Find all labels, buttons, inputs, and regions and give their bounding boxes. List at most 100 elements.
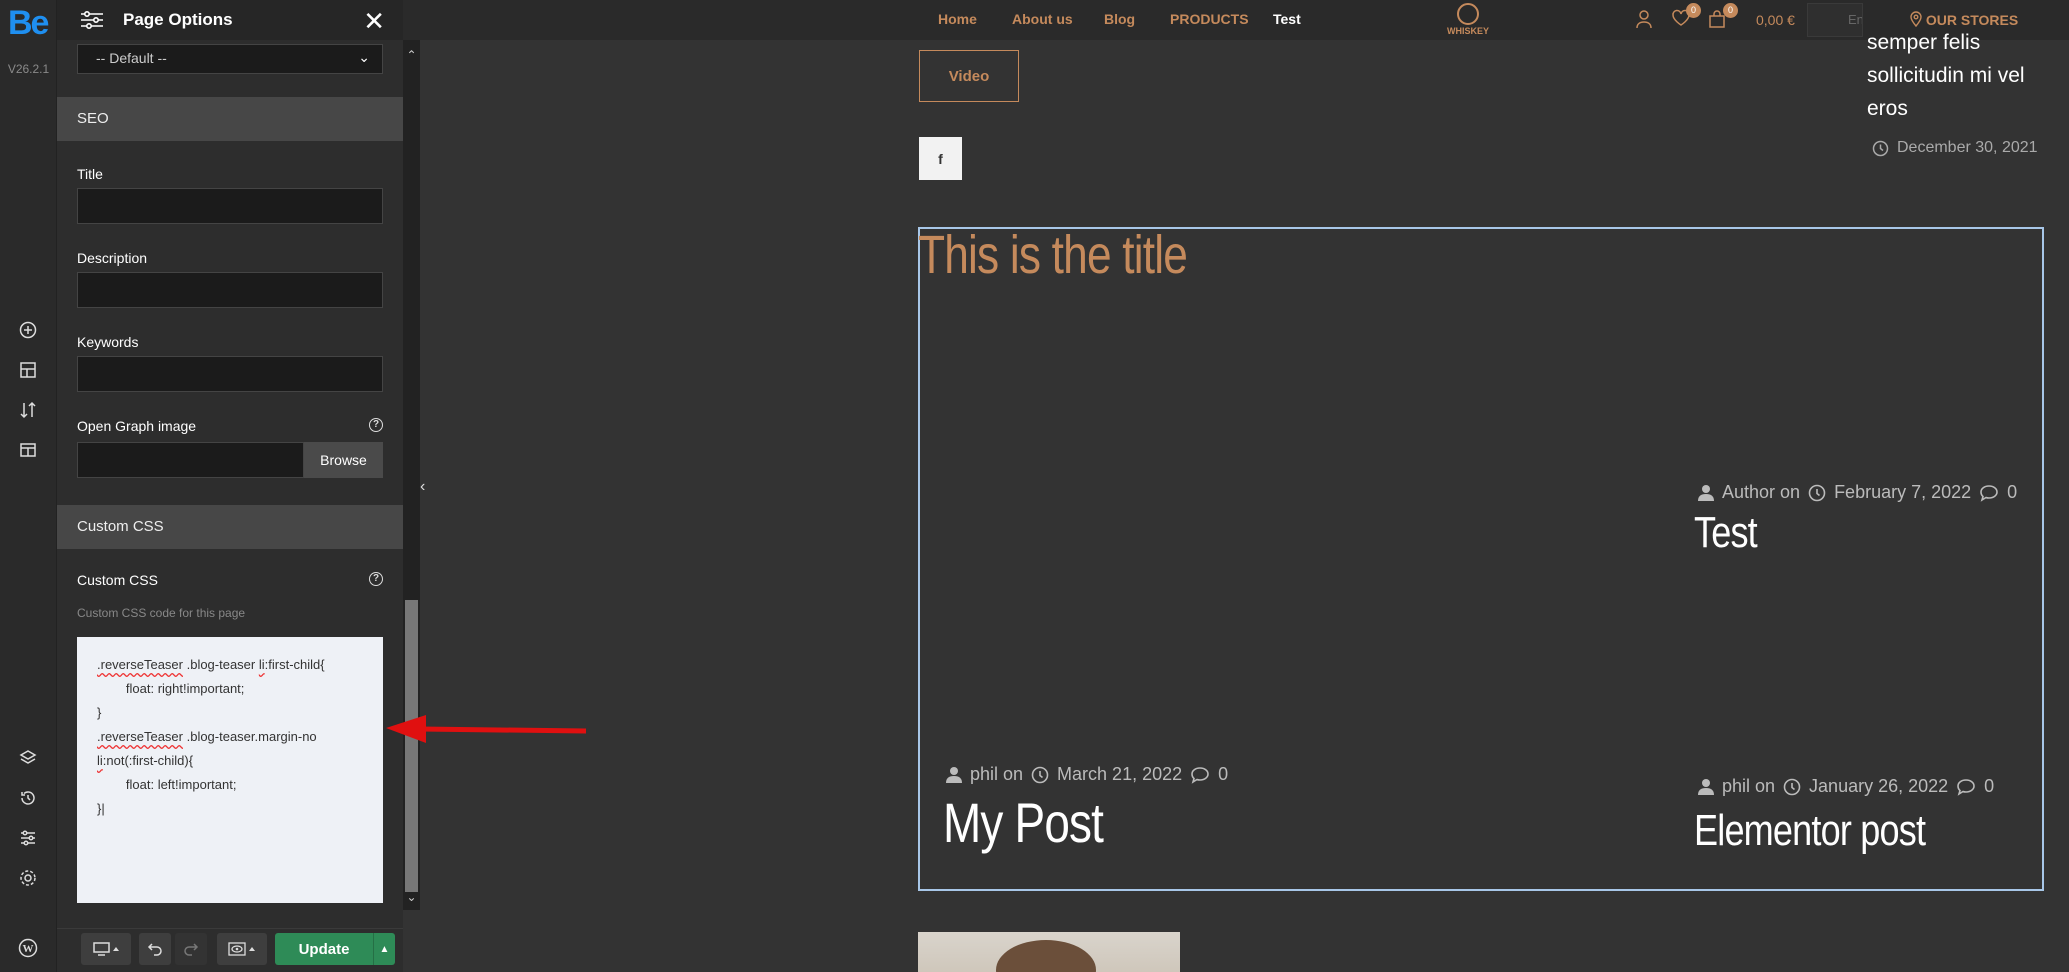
help-icon[interactable]: ? [369, 418, 383, 432]
post-comment-count[interactable]: 0 [1984, 776, 1994, 797]
be-logo: Be [8, 4, 49, 42]
layers-icon[interactable] [16, 746, 40, 770]
redo-icon[interactable] [175, 933, 207, 965]
nav-link-home[interactable]: Home [938, 11, 977, 27]
layout-icon[interactable] [16, 358, 40, 382]
post-comment-count[interactable]: 0 [1218, 764, 1228, 785]
panel-scroll-area[interactable]: -- Default -- ⌄ SEO Title Description Ke… [57, 40, 403, 910]
browse-button[interactable]: Browse [304, 442, 383, 478]
sort-icon[interactable] [16, 398, 40, 422]
post-thumbnail-image[interactable] [918, 932, 1180, 972]
update-button[interactable]: Update [275, 933, 373, 965]
clock-icon [1808, 484, 1826, 501]
code-line: float: left!important; [97, 777, 237, 792]
code-line: }| [97, 801, 105, 816]
wordpress-icon[interactable]: W [16, 936, 40, 960]
code-token: .blog-teaser [182, 657, 259, 672]
post-author[interactable]: phil on [970, 764, 1023, 785]
brand-name: WHISKEY [1446, 26, 1489, 36]
comment-icon [1957, 778, 1975, 796]
post-meta: Author on February 7, 2022 0 [1698, 482, 2017, 503]
cart-total[interactable]: 0,00 € [1756, 12, 1795, 28]
settings-gear-icon[interactable] [16, 866, 40, 890]
scrollbar-thumb[interactable] [405, 600, 418, 892]
code-token: .reverseTeaser [97, 729, 183, 744]
user-account-icon[interactable] [1635, 9, 1657, 31]
description-field-label: Description [77, 250, 148, 266]
nav-link-products[interactable]: PRODUCTS [1170, 11, 1249, 27]
seo-keywords-input[interactable] [77, 356, 383, 392]
excerpt-line: sollicitudin mi vel [1867, 64, 2025, 87]
device-preview-button[interactable] [81, 933, 131, 965]
undo-icon[interactable] [139, 933, 171, 965]
section-heading[interactable]: This is the title [918, 224, 1188, 286]
site-logo[interactable]: WHISKEY [1443, 3, 1493, 39]
panel-footer-toolbar: Update ▲ [57, 928, 403, 972]
comment-icon [1191, 766, 1209, 784]
post-title-my-post[interactable]: My Post [943, 790, 1104, 855]
close-icon[interactable]: ✕ [363, 6, 385, 37]
custom-css-section-header[interactable]: Custom CSS [57, 505, 403, 549]
site-top-navigation: Home About us Blog PRODUCTS Test WHISKEY… [403, 0, 2069, 40]
cart-bag-icon[interactable]: 0 [1708, 3, 1738, 31]
post-meta: phil on January 26, 2022 0 [1698, 776, 1994, 797]
post-author[interactable]: phil on [1722, 776, 1775, 797]
search-input[interactable]: Ent [1807, 3, 1863, 37]
facebook-share-icon[interactable]: f [919, 137, 962, 180]
post-title-test[interactable]: Test [1694, 508, 1758, 558]
post-date: January 26, 2022 [1809, 776, 1949, 796]
panel-header: Page Options ✕ [57, 0, 403, 40]
history-icon[interactable] [16, 786, 40, 810]
preview-eye-button[interactable] [217, 933, 267, 965]
title-field-label: Title [77, 166, 103, 182]
post-title-elementor[interactable]: Elementor post [1694, 806, 1926, 856]
portrait-shape [996, 940, 1096, 972]
update-options-caret-icon[interactable]: ▲ [373, 933, 395, 965]
post-meta: phil on March 21, 2022 0 [946, 764, 1228, 785]
author-icon [1698, 779, 1714, 795]
date-text: December 30, 2021 [1897, 139, 2038, 156]
post-comment-count[interactable]: 0 [2007, 482, 2017, 503]
post-author[interactable]: Author on [1722, 482, 1800, 503]
custom-css-hint: Custom CSS code for this page [77, 606, 246, 620]
cart-count-badge: 0 [1723, 3, 1738, 18]
author-icon [946, 767, 962, 783]
comment-icon [1980, 484, 1998, 502]
og-image-input[interactable] [77, 442, 304, 478]
code-line: float: right!important; [97, 681, 245, 696]
excerpt-line: semper felis [1867, 31, 1981, 54]
author-icon [1698, 485, 1714, 501]
clock-icon [1872, 140, 1889, 156]
page-options-icon [77, 7, 107, 33]
options-sliders-icon[interactable] [16, 826, 40, 850]
seo-section-header[interactable]: SEO [57, 97, 403, 141]
sidebar-post-excerpt[interactable]: semper felis sollicitudin mi vel eros [1867, 28, 2067, 125]
whiskey-emblem-icon [1457, 3, 1479, 25]
keywords-field-label: Keywords [77, 334, 139, 350]
help-icon[interactable]: ? [369, 572, 383, 586]
custom-css-field-label: Custom CSS [77, 572, 158, 588]
nav-link-blog[interactable]: Blog [1104, 11, 1135, 27]
page-options-panel: Page Options ✕ -- Default -- ⌄ SEO Title… [57, 0, 420, 972]
og-image-field-label: Open Graph image [77, 418, 197, 434]
panel-scrollbar[interactable]: ⌃ ⌄ [403, 40, 420, 910]
template-select[interactable]: -- Default -- ⌄ [77, 44, 383, 74]
collapse-panel-icon[interactable]: ‹ [420, 478, 434, 498]
nav-link-about[interactable]: About us [1012, 11, 1073, 27]
seo-description-input[interactable] [77, 272, 383, 308]
panel-title: Page Options [123, 10, 233, 29]
scroll-up-icon[interactable]: ⌃ [403, 48, 420, 66]
clock-icon [1031, 766, 1049, 783]
nav-link-test[interactable]: Test [1273, 11, 1301, 27]
excerpt-line: eros [1867, 97, 1908, 120]
post-date: February 7, 2022 [1834, 482, 1972, 502]
scroll-down-icon[interactable]: ⌄ [403, 890, 420, 908]
video-button[interactable]: Video [919, 50, 1019, 102]
wishlist-heart-icon[interactable]: 0 [1671, 3, 1701, 31]
sidebar-post-date: December 30, 2021 [1872, 139, 2038, 157]
custom-css-textarea[interactable]: .reverseTeaser .blog-teaser li:first-chi… [77, 637, 383, 903]
seo-title-input[interactable] [77, 188, 383, 224]
template-icon[interactable] [16, 438, 40, 462]
chevron-down-icon: ⌄ [358, 49, 370, 65]
add-element-icon[interactable] [16, 318, 40, 342]
